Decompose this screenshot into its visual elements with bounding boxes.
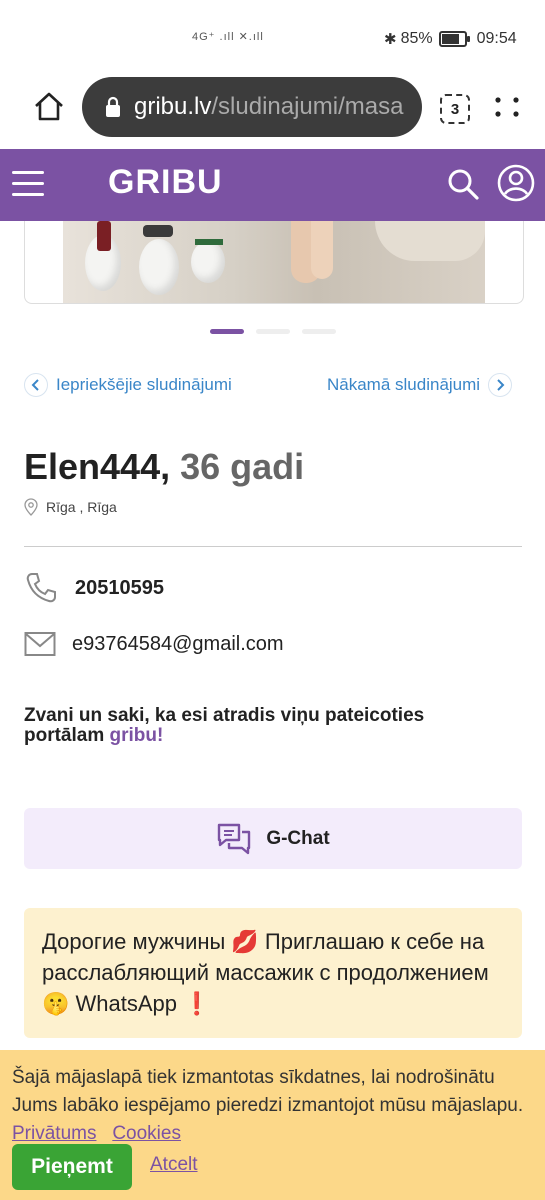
prev-listings-link[interactable]: Iepriekšējie sludinājumi: [24, 373, 232, 397]
location-pin-icon: [24, 498, 38, 516]
gchat-button[interactable]: G-Chat: [24, 808, 522, 869]
privacy-link[interactable]: Privātums: [12, 1123, 96, 1144]
divider: [24, 546, 522, 547]
status-right: ✱ 85% 09:54: [384, 30, 517, 48]
accept-cookies-button[interactable]: Pieņemt: [12, 1144, 132, 1190]
clock: 09:54: [476, 30, 517, 47]
next-listings-link[interactable]: Nākamā sludinājumi: [327, 373, 513, 397]
next-listings-label: Nākamā sludinājumi: [327, 375, 481, 394]
status-bar: 4G⁺ .ıll ✕.ıll ✱ 85% 09:54: [0, 0, 545, 76]
contact-hint: Zvani un saki, ka esi atradis viņu patei…: [24, 706, 494, 746]
network-indicators: 4G⁺ .ıll ✕.ıll: [192, 31, 264, 43]
url-host: gribu.lv: [134, 93, 212, 120]
hint-text: Zvani un saki, ka esi atradis viņu patei…: [24, 705, 425, 746]
profile-name: Elen444,: [24, 446, 171, 487]
browser-toolbar: gribu.lv/sludinajumi/masa 3: [0, 76, 545, 148]
cookies-link[interactable]: Cookies: [112, 1123, 181, 1144]
user-account-icon[interactable]: [496, 163, 536, 203]
search-icon[interactable]: [446, 167, 480, 201]
cookie-message: Šajā mājaslapā tiek izmantotas sīkdatnes…: [12, 1064, 537, 1148]
battery-percent: 85%: [400, 30, 433, 47]
site-logo[interactable]: GRIBU: [108, 163, 223, 202]
battery-icon: [438, 31, 470, 47]
tab-switcher-button[interactable]: 3: [440, 94, 470, 124]
gchat-label: G-Chat: [266, 827, 330, 849]
phone-row[interactable]: 20510595: [24, 571, 164, 605]
chevron-left-icon: [24, 373, 48, 397]
email-row[interactable]: e93764584@gmail.com: [24, 631, 284, 657]
decline-cookies-link[interactable]: Atcelt: [150, 1154, 198, 1176]
photo-gallery-card[interactable]: [24, 221, 524, 304]
email-address[interactable]: e93764584@gmail.com: [72, 633, 284, 656]
gallery-dot[interactable]: [302, 329, 336, 334]
lock-icon: [106, 96, 120, 117]
hint-brand-link[interactable]: gribu!: [110, 725, 164, 746]
listing-description: Дорогие мужчины 💋 Приглашаю к себе на ра…: [24, 908, 522, 1038]
site-header: GRIBU: [0, 149, 545, 221]
prev-listings-label: Iepriekšējie sludinājumi: [56, 375, 232, 394]
phone-icon: [26, 573, 56, 603]
profile-title: Elen444, 36 gadi: [24, 446, 304, 488]
location-text: Rīga , Rīga: [46, 499, 117, 515]
cookie-text: Šajā mājaslapā tiek izmantotas sīkdatnes…: [12, 1067, 524, 1116]
gallery-dot[interactable]: [210, 329, 244, 334]
menu-dots-icon[interactable]: [492, 92, 522, 122]
home-icon[interactable]: [30, 88, 68, 126]
profile-location: Rīga , Rīga: [24, 498, 117, 516]
description-text: Дорогие мужчины 💋 Приглашаю к себе на ра…: [42, 929, 489, 1016]
phone-number[interactable]: 20510595: [75, 577, 164, 600]
address-bar[interactable]: gribu.lv/sludinajumi/masa: [82, 77, 422, 137]
gallery-dot[interactable]: [256, 329, 290, 334]
chat-icon: [218, 823, 251, 854]
hamburger-menu-icon[interactable]: [12, 171, 44, 199]
profile-photo[interactable]: [63, 221, 485, 303]
chevron-right-icon: [488, 373, 513, 397]
mail-icon: [24, 632, 56, 656]
profile-age: 36 gadi: [180, 446, 305, 487]
cookie-consent-bar: Šajā mājaslapā tiek izmantotas sīkdatnes…: [0, 1050, 545, 1200]
gallery-pagination-dots: [210, 329, 336, 334]
bluetooth-icon: ✱: [384, 31, 397, 48]
url-path: /sludinajumi/masa: [211, 93, 404, 120]
